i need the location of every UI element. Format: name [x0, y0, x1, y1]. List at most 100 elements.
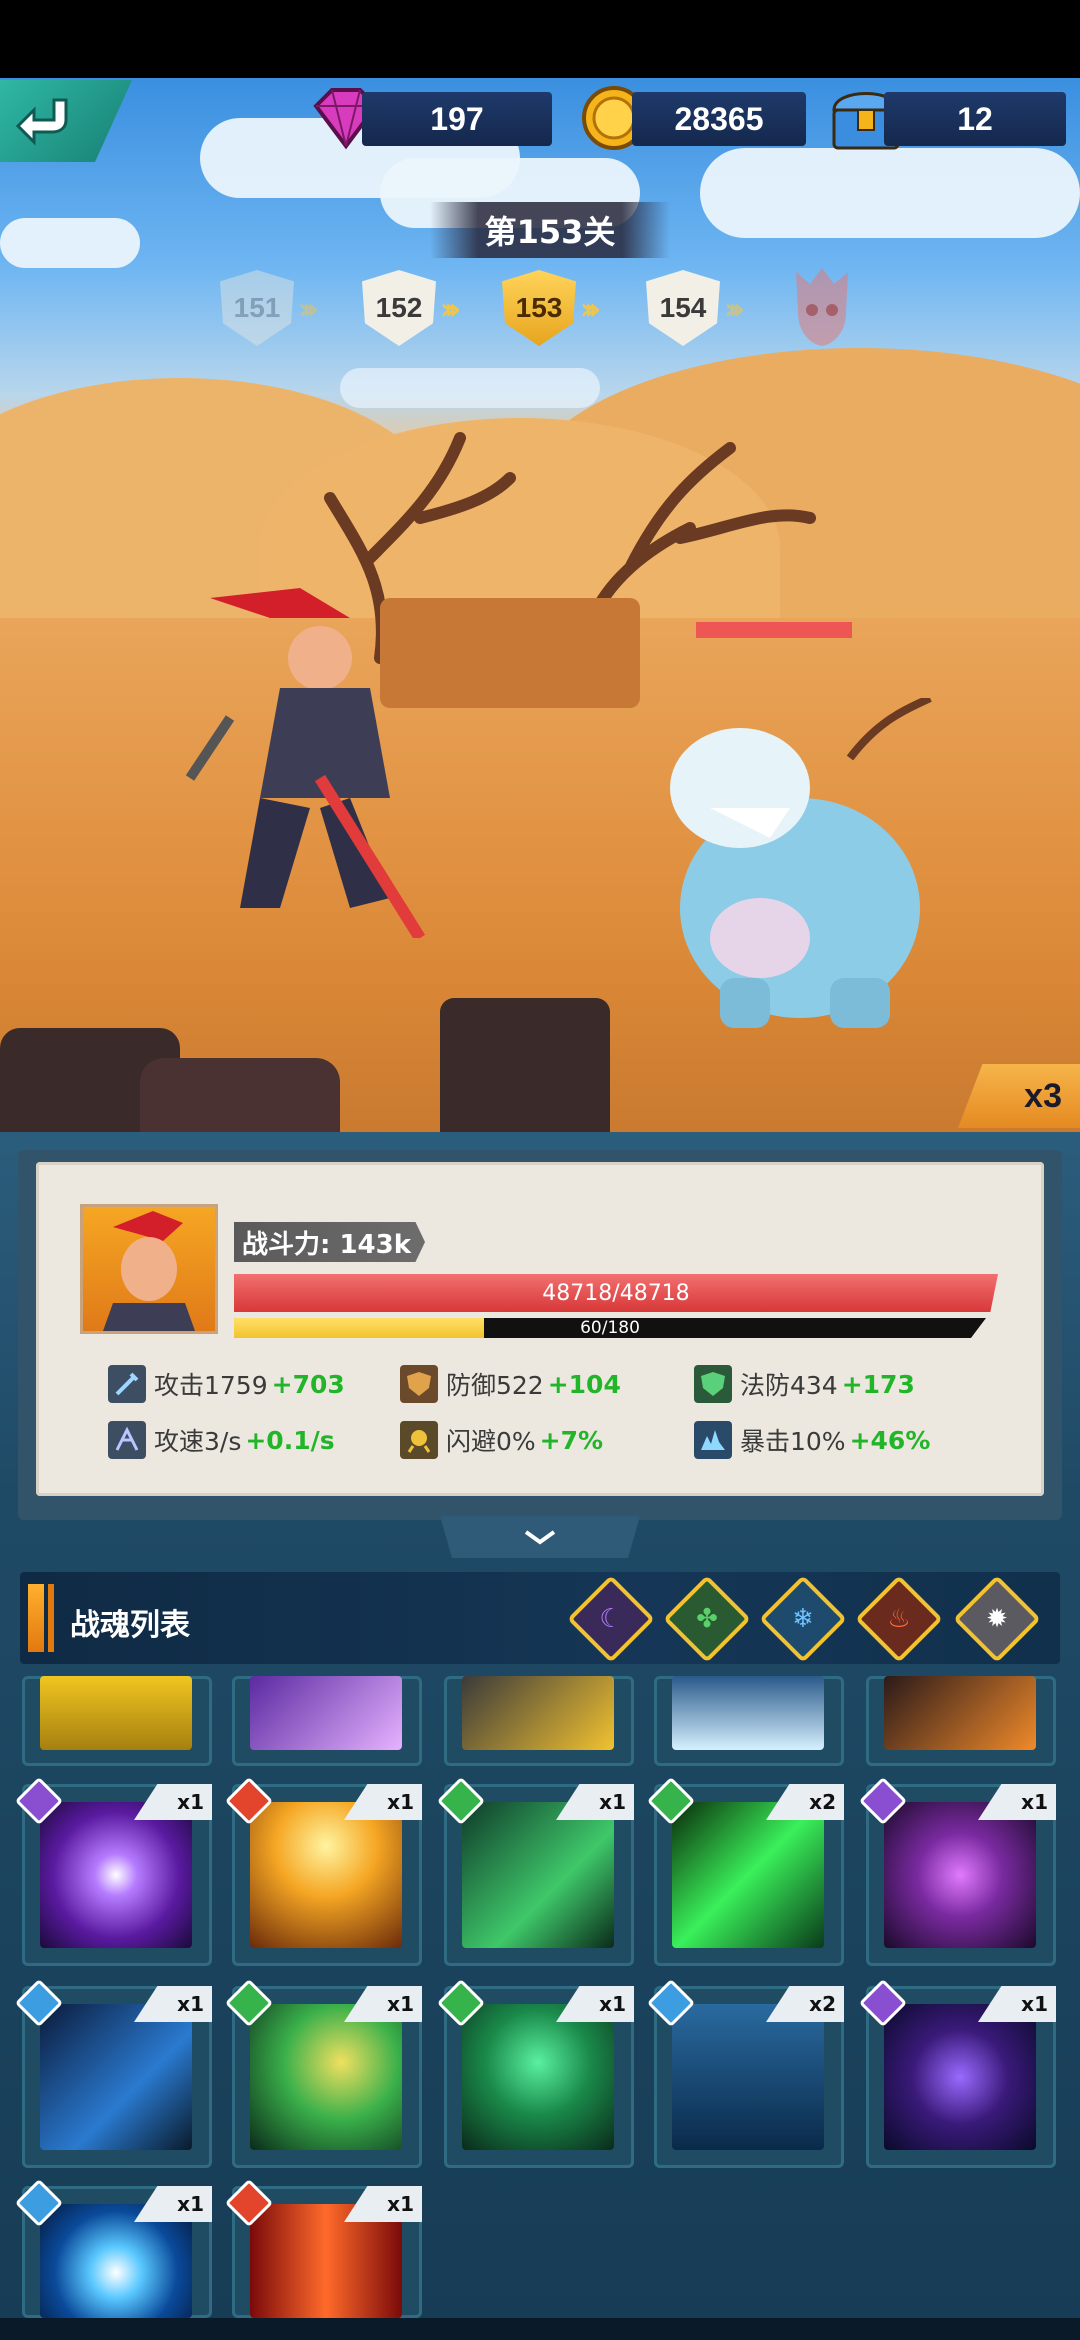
collapse-panel-button[interactable]	[440, 1516, 640, 1558]
fire-icon: ♨	[887, 1604, 911, 1634]
stage-number: 154	[646, 270, 720, 346]
soul-card[interactable]: x1	[224, 1776, 422, 1966]
hero-health-bar: 48718/48718	[234, 1274, 998, 1312]
soul-card-partial[interactable]	[866, 1676, 1056, 1766]
foreground-rock	[140, 1058, 340, 1132]
stat-bonus: +46%	[849, 1425, 931, 1455]
card-art	[884, 2004, 1036, 2150]
card-art	[672, 1676, 824, 1750]
stage-node-153-current: 153	[502, 270, 576, 346]
stage-node-151: 151	[220, 270, 294, 346]
soul-list-title: 战魂列表	[70, 1608, 190, 1643]
hero-portrait[interactable]	[80, 1204, 218, 1334]
stat-bonus: +173	[841, 1369, 915, 1399]
card-art	[672, 2004, 824, 2150]
card-count: x2	[766, 1784, 844, 1820]
stage-title: 第153关	[430, 202, 670, 258]
soul-card[interactable]: x1	[436, 1776, 634, 1966]
stat-value: 暴击10%	[740, 1427, 846, 1456]
soul-card[interactable]: x1	[858, 1978, 1056, 2168]
soul-card-partial[interactable]	[654, 1676, 844, 1766]
card-art	[40, 1802, 192, 1948]
sun-icon: ✹	[986, 1604, 1008, 1634]
card-art	[40, 2004, 192, 2150]
stat-value: 闪避0%	[446, 1427, 536, 1456]
soul-card[interactable]: x1	[14, 1776, 212, 1966]
foreground-rock	[440, 998, 610, 1132]
card-count: x1	[978, 1986, 1056, 2022]
game-screen: 197 28365 12 第153关 151 ››› 152 ››› 153 ›…	[0, 0, 1080, 2340]
stage-node-152: 152	[362, 270, 436, 346]
chevron-down-icon	[524, 1530, 556, 1545]
stat-bonus: +7%	[539, 1425, 604, 1455]
card-count: x1	[556, 1784, 634, 1820]
monster-character	[670, 698, 932, 1028]
stat-bonus: +104	[547, 1369, 621, 1399]
status-bar	[0, 0, 1080, 78]
hero-character	[185, 588, 426, 938]
soul-card-partial[interactable]	[22, 1676, 212, 1766]
soul-card[interactable]: x1	[858, 1776, 1056, 1966]
stage-number: 152	[362, 270, 436, 346]
soul-card[interactable]: x1	[14, 1978, 212, 2168]
chevron-right-icon: ›››	[298, 292, 319, 327]
coin-count: 28365	[632, 92, 806, 146]
soul-card[interactable]: x1	[436, 1978, 634, 2168]
stat-attack: 攻击1759 +703	[108, 1364, 345, 1404]
soul-card[interactable]: x1	[224, 2178, 422, 2318]
header-accent	[28, 1584, 44, 1652]
cloud	[340, 368, 600, 408]
sword-icon	[108, 1365, 146, 1403]
stat-bonus: +703	[271, 1369, 345, 1399]
soul-card-partial[interactable]	[232, 1676, 422, 1766]
stat-dodge: 闪避0% +7%	[400, 1420, 603, 1460]
soul-card[interactable]: x2	[646, 1978, 844, 2168]
soul-card[interactable]: x1	[224, 1978, 422, 2168]
stat-magic-defense: 法防434 +173	[694, 1364, 915, 1404]
dodge-icon	[400, 1421, 438, 1459]
stage-number: 151	[220, 270, 294, 346]
stat-value: 法防434	[740, 1371, 838, 1400]
card-count: x1	[344, 1784, 422, 1820]
combat-power-label: 战斗力: 143k	[234, 1222, 426, 1262]
card-art	[250, 1802, 402, 1948]
soul-card[interactable]: x2	[646, 1776, 844, 1966]
card-art	[462, 2004, 614, 2150]
chevron-right-icon: ›››	[440, 292, 461, 327]
card-art	[250, 1676, 402, 1750]
enemy-health-bar	[696, 622, 852, 638]
soul-card[interactable]: x1	[14, 2178, 212, 2318]
health-text: 48718/48718	[542, 1280, 690, 1306]
water-icon: ❄	[792, 1604, 814, 1634]
stat-defense: 防御522 +104	[400, 1364, 621, 1404]
chevron-right-icon: ›››	[580, 292, 601, 327]
header-accent	[48, 1584, 54, 1652]
magic-shield-icon	[694, 1365, 732, 1403]
chest-count: 12	[884, 92, 1066, 146]
crit-icon	[694, 1421, 732, 1459]
chevron-right-icon: ›››	[724, 292, 745, 327]
stat-critical: 暴击10% +46%	[694, 1420, 930, 1460]
card-count: x1	[556, 1986, 634, 2022]
shield-icon	[400, 1365, 438, 1403]
card-count: x1	[978, 1784, 1056, 1820]
hero-avatar-icon	[103, 1211, 195, 1331]
stat-bonus: +0.1/s	[245, 1425, 335, 1455]
card-art	[250, 2004, 402, 2150]
hero-experience-bar: 60/180	[234, 1318, 986, 1338]
soul-card-partial[interactable]	[444, 1676, 634, 1766]
gem-count: 197	[362, 92, 552, 146]
card-art	[462, 1676, 614, 1750]
card-art	[462, 1802, 614, 1948]
stat-value: 攻速3/s	[154, 1427, 242, 1456]
stat-value: 防御522	[446, 1371, 544, 1400]
moon-icon: ☾	[599, 1604, 623, 1634]
card-art	[672, 1802, 824, 1948]
stat-value: 攻击1759	[154, 1371, 268, 1400]
stage-node-154: 154	[646, 270, 720, 346]
experience-text: 60/180	[580, 1318, 640, 1338]
card-count: x2	[766, 1986, 844, 2022]
cloud	[700, 148, 1080, 238]
stat-attack-speed: 攻速3/s +0.1/s	[108, 1420, 335, 1460]
navigation-bar	[0, 2318, 1080, 2340]
